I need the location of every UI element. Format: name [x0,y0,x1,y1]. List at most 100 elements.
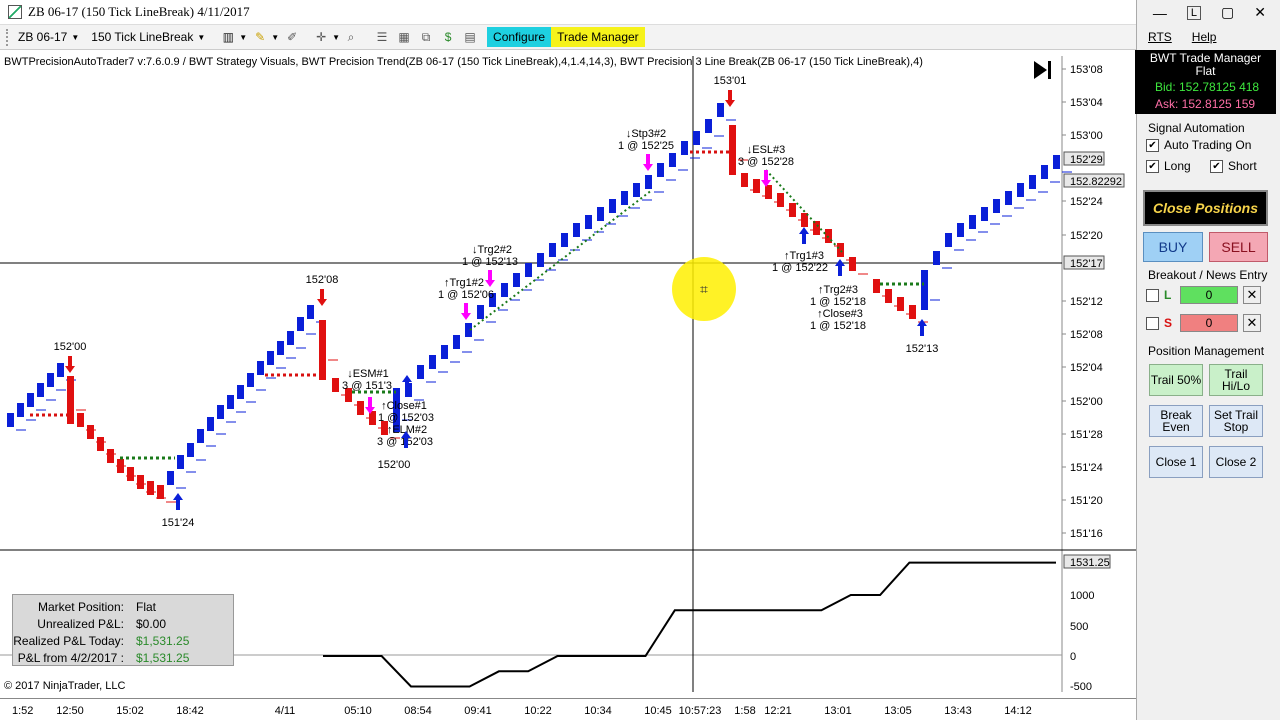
up-bar [417,365,424,379]
close-positions-button[interactable]: Close Positions [1143,190,1268,226]
close-1-button[interactable]: Close 1 [1149,446,1203,478]
bar-type-icon[interactable]: ▥ [220,29,236,45]
chevron-down-icon: ▼ [197,32,206,42]
price-tick-label: 153'08 [1070,64,1103,76]
buy-button[interactable]: BUY [1143,232,1203,262]
up-arrow-icon [173,493,183,500]
period-selector[interactable]: 150 Tick LineBreak ▼ [91,30,205,44]
down-bar [332,378,339,392]
goto-end-icon[interactable] [1034,61,1051,79]
set-trail-stop-button[interactable]: Set Trail Stop [1209,405,1263,437]
close-2-button[interactable]: Close 2 [1209,446,1263,478]
menu-rts[interactable]: RTS [1148,30,1172,44]
trail-50-button[interactable]: Trail 50% [1149,364,1203,396]
up-bar [705,119,712,133]
minimize-button[interactable]: — [1153,5,1167,21]
long-label: Long [1164,159,1191,173]
up-bar [585,215,592,229]
trade-annotation: 1 @ 152'13 [462,256,518,268]
up-bar [681,141,688,155]
time-tick-label: 10:22 [524,705,552,717]
time-tick-label: 4/11 [275,705,296,717]
time-tick-label: 18:42 [176,705,204,717]
up-bar [429,355,436,369]
checkbox-unchecked-icon[interactable] [1146,288,1159,302]
breakout-long-row[interactable]: L [1146,288,1171,302]
trade-annotation: ↑Trg1#2 [444,277,484,289]
break-even-button[interactable]: Break Even [1149,405,1203,437]
crosshair-icon[interactable]: ✛ [313,29,329,45]
time-tick-label: 13:01 [824,705,852,717]
trade-annotation: 152'13 [906,343,939,355]
data-box-icon[interactable]: ▤ [462,29,478,45]
up-bar [297,317,304,331]
price-tick-label: 152'08 [1070,329,1103,341]
clear-short-button[interactable]: ✕ [1243,314,1261,332]
instrument-selector[interactable]: ZB 06-17 ▼ [18,30,79,44]
down-bar [837,243,844,257]
window-title: ZB 06-17 (150 Tick LineBreak) 4/11/2017 [28,4,250,19]
trade-annotation: 153'01 [714,75,747,87]
down-arrow-icon [728,90,732,100]
down-bar [765,185,772,199]
up-bar [945,233,952,247]
price-tick-label: 152'12 [1070,296,1103,308]
breakout-long-qty[interactable]: 0 [1180,286,1238,304]
study-label: BWTPrecisionAutoTrader7 v:7.6.0.9 / BWT … [4,56,923,68]
pnl-line [323,561,1056,688]
trade-annotation: 152'00 [378,459,411,471]
maximize-button[interactable]: ▢ [1221,4,1234,21]
trade-annotation: ↑Trg2#3 [818,284,858,296]
price-bars [7,103,1072,503]
drawing-pencil-icon[interactable]: ✎ [252,29,268,45]
up-bar [197,429,204,443]
up-bar [57,363,64,377]
breakout-short-qty[interactable]: 0 [1180,314,1238,332]
copyright: © 2017 NinjaTrader, LLC [4,680,126,692]
long-row[interactable]: ✔ Long [1146,159,1191,173]
checkbox-checked-icon[interactable]: ✔ [1146,159,1159,173]
checkbox-checked-icon[interactable]: ✔ [1210,159,1223,173]
up-bar [957,223,964,237]
trade-manager-button[interactable]: Trade Manager [551,27,645,47]
trigger-arrow-icon [764,170,768,180]
down-bar [97,437,104,451]
down-arrow-icon [320,289,324,299]
drawing-tool-icon[interactable]: ✐ [284,29,300,45]
trade-annotation: ↓Trg2#2 [472,244,512,256]
instrument-label: ZB 06-17 [18,30,68,44]
pnl-label: Realized P&L Today: [13,633,124,648]
dollar-icon[interactable]: $ [440,29,456,45]
trade-annotation: ↑Close#1 [381,400,427,412]
menu-help[interactable]: Help [1192,30,1217,44]
up-bar [217,405,224,419]
up-bar [621,191,628,205]
down-bar [157,485,164,499]
sell-button[interactable]: SELL [1209,232,1268,262]
properties-icon[interactable]: ☰ [374,29,390,45]
breakout-short-row[interactable]: S [1146,316,1172,330]
pnl-label: Unrealized P&L: [37,616,124,631]
short-row[interactable]: ✔ Short [1210,159,1257,173]
auto-trading-row[interactable]: ✔ Auto Trading On [1146,138,1251,152]
trade-annotation: 1 @ 152'06 [438,289,494,301]
configure-button[interactable]: Configure [487,27,552,47]
up-bar [645,175,652,189]
checkbox-checked-icon[interactable]: ✔ [1146,138,1159,152]
zoom-icon[interactable]: ⌕ [343,29,359,45]
down-bar [137,475,144,489]
menu-bar: RTS Help [1140,26,1280,48]
pin-badge[interactable]: L [1186,5,1202,20]
checkbox-unchecked-icon[interactable] [1146,316,1159,330]
down-bar [909,305,916,319]
time-tick-label: 09:41 [464,705,492,717]
down-bar [753,179,760,193]
trail-hilo-button[interactable]: Trail Hi/Lo [1209,364,1263,396]
indicators-icon[interactable]: ▦ [396,29,412,45]
up-bar [477,305,484,319]
strategies-icon[interactable]: ⧉ [418,29,434,45]
pnl-tick-label: 1000 [1070,590,1094,602]
close-window-button[interactable]: ✕ [1254,4,1266,21]
time-tick-label: 12:21 [764,705,792,717]
clear-long-button[interactable]: ✕ [1243,286,1261,304]
